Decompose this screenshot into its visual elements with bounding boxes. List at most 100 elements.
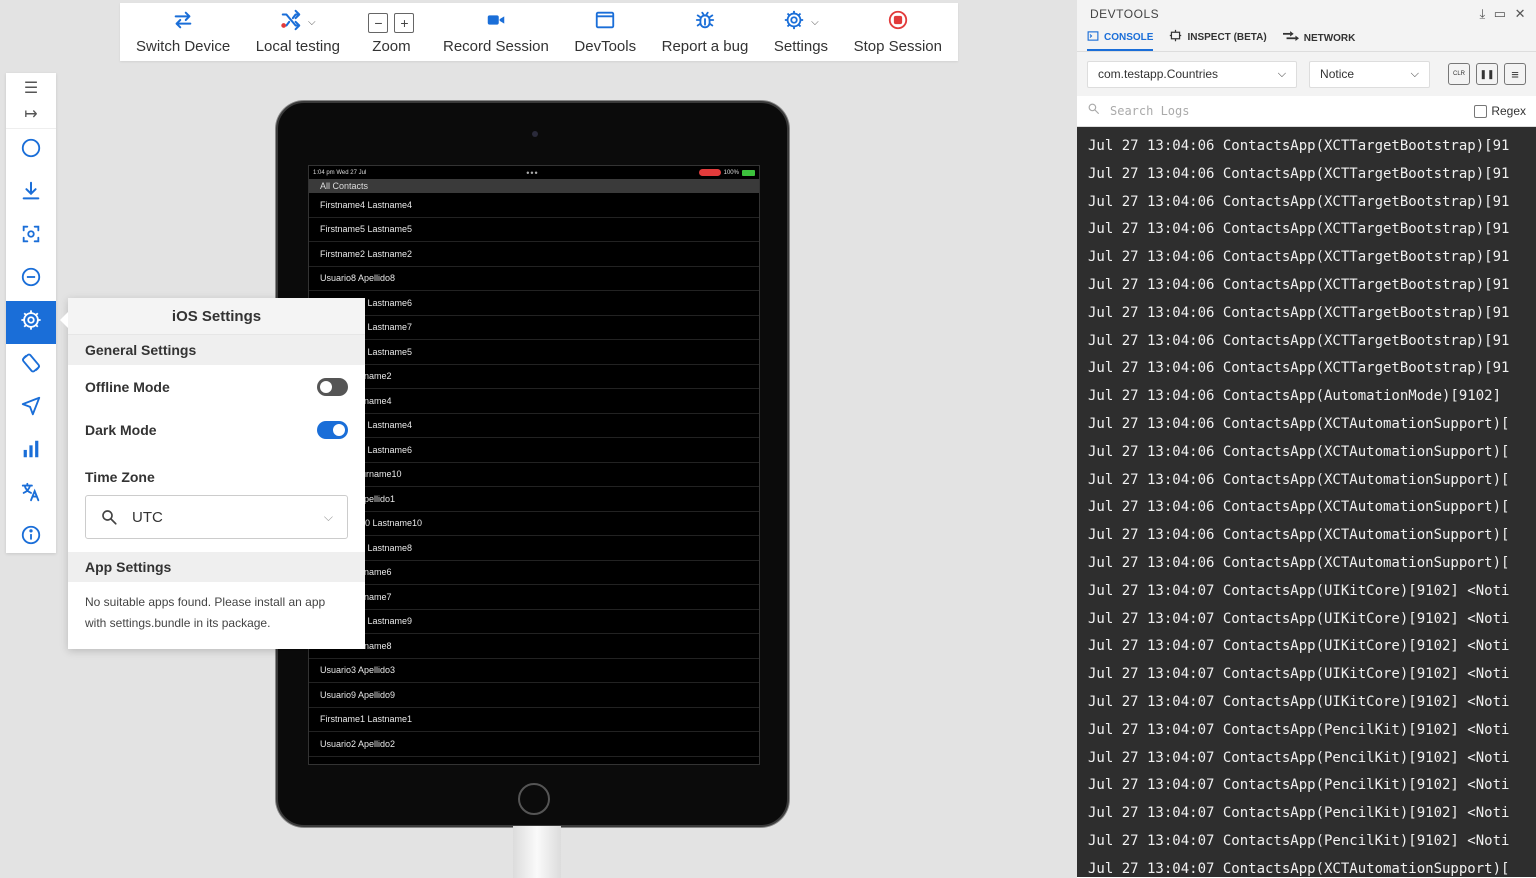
log-line: Jul 27 13:04:07 ContactsApp(PencilKit)[9… <box>1088 721 1510 738</box>
contact-row[interactable]: Usuario3 Apellido3 <box>309 659 759 683</box>
contact-row[interactable]: Firstname5 Lastname5 <box>309 340 759 365</box>
local-testing-button[interactable]: ⌵ Local testing <box>254 3 342 61</box>
contact-row[interactable]: Name6 surname6 <box>309 561 759 585</box>
search-icon <box>100 508 118 526</box>
log-line: Jul 27 13:04:06 ContactsApp(XCTAutomatio… <box>1088 499 1510 516</box>
contact-row[interactable]: Usuario1 Apellido1 <box>309 487 759 512</box>
expand-sidebar-icon[interactable]: ↦ <box>24 104 37 124</box>
devtools-titlebar: DEVTOOLS ⤓ ▭ ✕ <box>1077 0 1536 28</box>
home-button[interactable] <box>518 783 550 815</box>
contact-row[interactable]: Firstname5 Lastname5 <box>309 218 759 242</box>
log-line: Jul 27 13:04:06 ContactsApp(XCTTargetBoo… <box>1088 193 1510 210</box>
contact-row[interactable]: Firstname3 Lastname3 <box>309 757 759 764</box>
rotate-device-icon <box>20 352 42 379</box>
contact-row[interactable]: Name2 surname2 <box>309 365 759 389</box>
record-session-button[interactable]: Record Session <box>441 3 551 61</box>
sidebar-item-settings[interactable] <box>6 301 56 344</box>
log-line: Jul 27 13:04:06 ContactsApp(XCTTargetBoo… <box>1088 221 1510 238</box>
tab-inspect-label: INSPECT (BETA) <box>1187 31 1267 43</box>
offline-mode-toggle[interactable] <box>317 377 348 396</box>
contact-row[interactable]: Firstname9 Lastname9 <box>309 610 759 634</box>
log-level-value: Notice <box>1320 67 1355 81</box>
contact-row[interactable]: Firstname1 Lastname1 <box>309 708 759 732</box>
contact-row[interactable]: Name10 surname10 <box>309 463 759 487</box>
sidebar-item-network-profile[interactable] <box>6 430 56 473</box>
contact-row[interactable]: Firstname6 Lastname6 <box>309 438 759 463</box>
time-zone-label: Time Zone <box>85 469 155 485</box>
home-circle-icon <box>20 137 42 164</box>
local-testing-label: Local testing <box>255 37 340 55</box>
network-icon <box>1282 31 1299 45</box>
contact-row[interactable]: Firstname8 Lastname8 <box>309 536 759 561</box>
shuffle-icon <box>280 9 302 36</box>
close-icon[interactable]: ✕ <box>1515 6 1526 22</box>
chevron-down-icon[interactable]: ⌵ <box>811 17 819 28</box>
switch-device-button[interactable]: Switch Device <box>134 3 232 61</box>
minus-circle-icon <box>20 266 42 293</box>
search-logs-input[interactable] <box>1110 104 1465 118</box>
download-logs-icon[interactable]: ⤓ <box>1480 6 1486 22</box>
contact-row[interactable]: Firstname7 Lastname7 <box>309 316 759 340</box>
dark-mode-toggle[interactable] <box>317 420 348 439</box>
devtools-button[interactable]: DevTools <box>572 3 638 61</box>
status-time: 1:04 pm Wed 27 Jul <box>313 169 367 176</box>
clear-logs-button[interactable]: CLR <box>1448 63 1470 85</box>
contact-row[interactable]: Firstname2 Lastname2 <box>309 242 759 267</box>
regex-checkbox[interactable] <box>1474 104 1488 118</box>
tab-console[interactable]: CONSOLE <box>1087 30 1154 51</box>
dock-window-icon[interactable]: ▭ <box>1494 6 1507 22</box>
log-line: Jul 27 13:04:06 ContactsApp(XCTTargetBoo… <box>1088 332 1510 349</box>
contact-row[interactable]: Name8 surname8 <box>309 634 759 659</box>
console-log-output[interactable]: Jul 27 13:04:06 ContactsApp(XCTTargetBoo… <box>1077 127 1536 877</box>
regex-option[interactable]: Regex <box>1474 104 1526 118</box>
ios-status-bar: 1:04 pm Wed 27 Jul ••• 100% <box>309 166 759 179</box>
wrap-lines-button[interactable]: ≡ <box>1504 63 1526 85</box>
log-level-select[interactable]: Notice ⌵ <box>1309 60 1430 88</box>
contact-row[interactable]: Usuario8 Apellido8 <box>309 267 759 291</box>
log-line: Jul 27 13:04:06 ContactsApp(AutomationMo… <box>1088 388 1502 405</box>
zoom-out-button[interactable]: − <box>368 12 389 33</box>
sidebar-item-info[interactable] <box>6 516 56 559</box>
device-screen[interactable]: 1:04 pm Wed 27 Jul ••• 100% All Contacts… <box>308 165 760 765</box>
sidebar-item-language[interactable] <box>6 473 56 516</box>
sidebar-item-home[interactable] <box>6 129 56 172</box>
contact-row[interactable]: Firstname4 Lastname4 <box>309 414 759 438</box>
sidebar-header: ☰ ↦ <box>6 73 56 129</box>
sidebar-item-install-app[interactable] <box>6 172 56 215</box>
devtools-title: DEVTOOLS <box>1090 7 1160 21</box>
console-icon <box>1087 30 1099 45</box>
contact-row[interactable]: Firstname4 Lastname4 <box>309 193 759 218</box>
contact-row[interactable]: Usuario2 Apellido2 <box>309 732 759 757</box>
stop-session-label: Stop Session <box>853 37 942 55</box>
zoom-in-button[interactable]: + <box>394 12 415 33</box>
sidebar-item-volume-down[interactable] <box>6 258 56 301</box>
report-bug-button[interactable]: Report a bug <box>660 3 751 61</box>
stop-session-button[interactable]: Stop Session <box>852 3 944 61</box>
app-filter-select[interactable]: com.testapp.Countries ⌵ <box>1087 60 1298 88</box>
video-camera-icon <box>485 9 507 36</box>
contact-row[interactable]: Usuario9 Apellido9 <box>309 683 759 708</box>
log-line: Jul 27 13:04:06 ContactsApp(XCTTargetBoo… <box>1088 249 1510 266</box>
contact-row[interactable]: Name7 surname7 <box>309 585 759 610</box>
pause-logs-button[interactable]: ❚❚ <box>1476 63 1498 85</box>
pause-icon: ❚❚ <box>1479 68 1495 79</box>
chevron-down-icon[interactable]: ⌵ <box>308 17 316 28</box>
sidebar-item-location[interactable] <box>6 387 56 430</box>
menu-icon[interactable]: ☰ <box>24 78 38 98</box>
devtools-tabs: CONSOLE INSPECT (BETA) NETWORK <box>1077 28 1536 52</box>
recording-indicator <box>698 169 721 176</box>
contact-row[interactable]: Name4 surname4 <box>309 389 759 414</box>
dark-mode-row: Dark Mode <box>68 408 365 451</box>
sidebar-item-screenshot[interactable] <box>6 215 56 258</box>
sidebar-item-rotate[interactable] <box>6 344 56 387</box>
settings-button[interactable]: ⌵ Settings <box>772 3 830 61</box>
tab-inspect[interactable]: INSPECT (BETA) <box>1169 29 1267 51</box>
time-zone-select[interactable]: UTC ⌵ <box>85 495 348 539</box>
tab-network[interactable]: NETWORK <box>1282 31 1355 51</box>
log-line: Jul 27 13:04:07 ContactsApp(UIKitCore)[9… <box>1088 610 1510 627</box>
contact-row[interactable]: Firstname10 Lastname10 <box>309 512 759 536</box>
chevron-down-icon: ⌵ <box>323 509 333 524</box>
log-line: Jul 27 13:04:06 ContactsApp(XCTTargetBoo… <box>1088 165 1510 182</box>
contact-row[interactable]: Firstname6 Lastname6 <box>309 291 759 316</box>
session-toolbar: Switch Device ⌵ Local testing − + Zoom R… <box>120 3 958 61</box>
